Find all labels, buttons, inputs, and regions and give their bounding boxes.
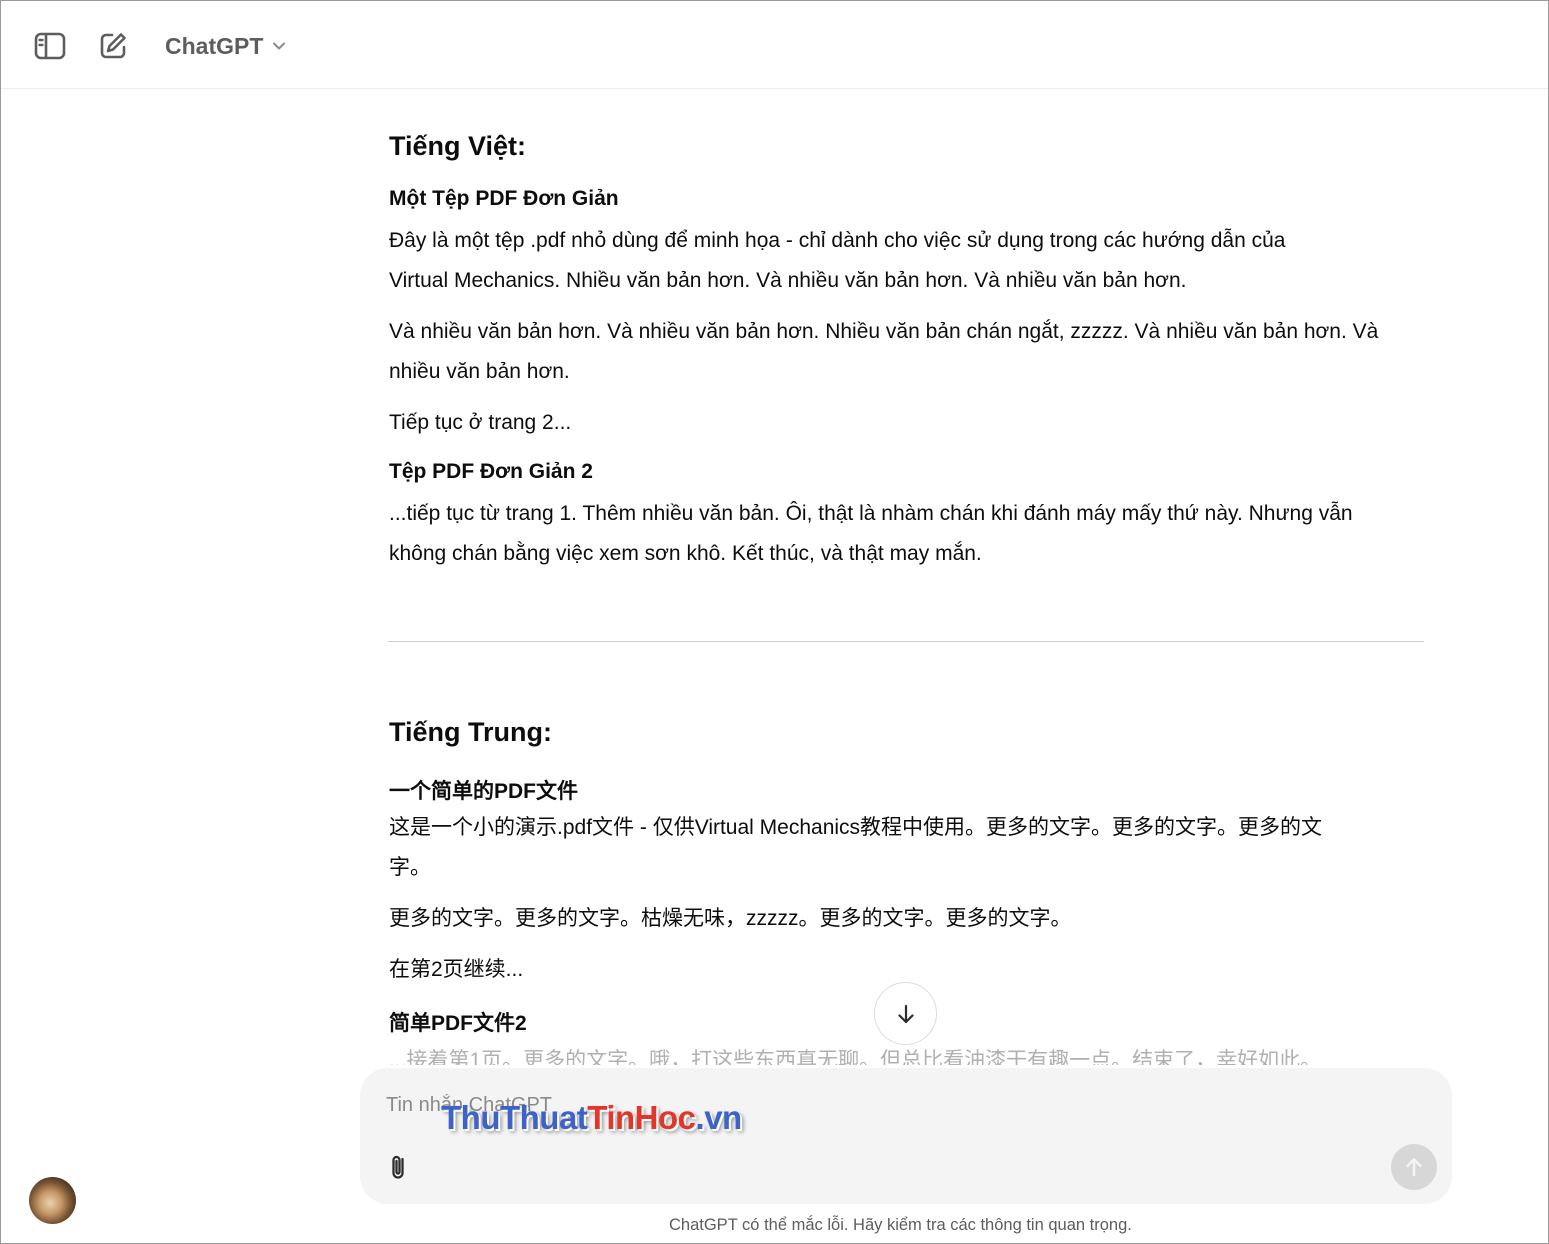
disclaimer-text: ChatGPT có thể mắc lỗi. Hãy kiểm tra các…	[669, 1216, 1132, 1234]
new-chat-button[interactable]	[94, 27, 132, 65]
paragraph-line: không chán bằng việc xem sơn khô. Kết th…	[389, 542, 982, 565]
paragraph-line: nhiều văn bản hơn.	[389, 360, 570, 383]
paperclip-icon	[392, 1155, 404, 1179]
model-name: ChatGPT	[165, 32, 264, 59]
paragraph: Tiếp tục ở trang 2...	[389, 411, 572, 434]
paragraph-line: ...tiếp tục từ trang 1. Thêm nhiều văn b…	[389, 502, 1353, 525]
paragraph-line: 这是一个小的演示.pdf文件 - 仅供Virtual Mechanics教程中使…	[389, 816, 1323, 839]
assistant-message: Tiếng Việt: Một Tệp PDF Đơn Giản Đây là …	[388, 89, 1425, 1065]
section-divider	[388, 641, 1424, 642]
paragraph-line: Virtual Mechanics. Nhiều văn bản hơn. Và…	[389, 269, 1187, 292]
scroll-to-bottom-button[interactable]	[874, 982, 937, 1045]
model-selector[interactable]: ChatGPT	[161, 29, 291, 63]
attach-file-button[interactable]	[382, 1150, 414, 1184]
watermark-logo: ThuThuatTinHoc.vn	[441, 1099, 742, 1136]
doc-title: Một Tệp PDF Đơn Giản	[389, 187, 619, 210]
paragraph: 更多的文字。更多的文字。枯燥无味，zzzzz。更多的文字。更多的文字。	[389, 907, 1072, 930]
paragraph-line: 字。	[389, 856, 431, 879]
doc-title: 一个简单的PDF文件	[389, 780, 578, 803]
paragraph-line: Đây là một tệp .pdf nhỏ dùng để minh họa…	[389, 229, 1286, 252]
chatgpt-window: ChatGPT Tiếng Việt: Một Tệp PDF Đơn Giản…	[0, 0, 1549, 1244]
arrow-down-icon	[897, 1004, 914, 1023]
user-avatar[interactable]	[29, 1177, 76, 1224]
new-chat-icon	[100, 33, 126, 59]
top-header: ChatGPT	[1, 1, 1548, 89]
sidebar-toggle-icon	[34, 32, 66, 60]
section-heading-chinese: Tiếng Trung:	[389, 717, 552, 747]
doc-title: Tệp PDF Đơn Giản 2	[389, 460, 593, 483]
send-button[interactable]	[1391, 1144, 1437, 1190]
chevron-down-icon	[273, 42, 286, 50]
doc-title: 简单PDF文件2	[389, 1012, 527, 1035]
section-heading-vietnamese: Tiếng Việt:	[389, 131, 527, 161]
paragraph-line: Và nhiều văn bản hơn. Và nhiều văn bản h…	[389, 320, 1379, 343]
arrow-up-icon	[1406, 1158, 1422, 1177]
sidebar-toggle-button[interactable]	[31, 27, 69, 65]
